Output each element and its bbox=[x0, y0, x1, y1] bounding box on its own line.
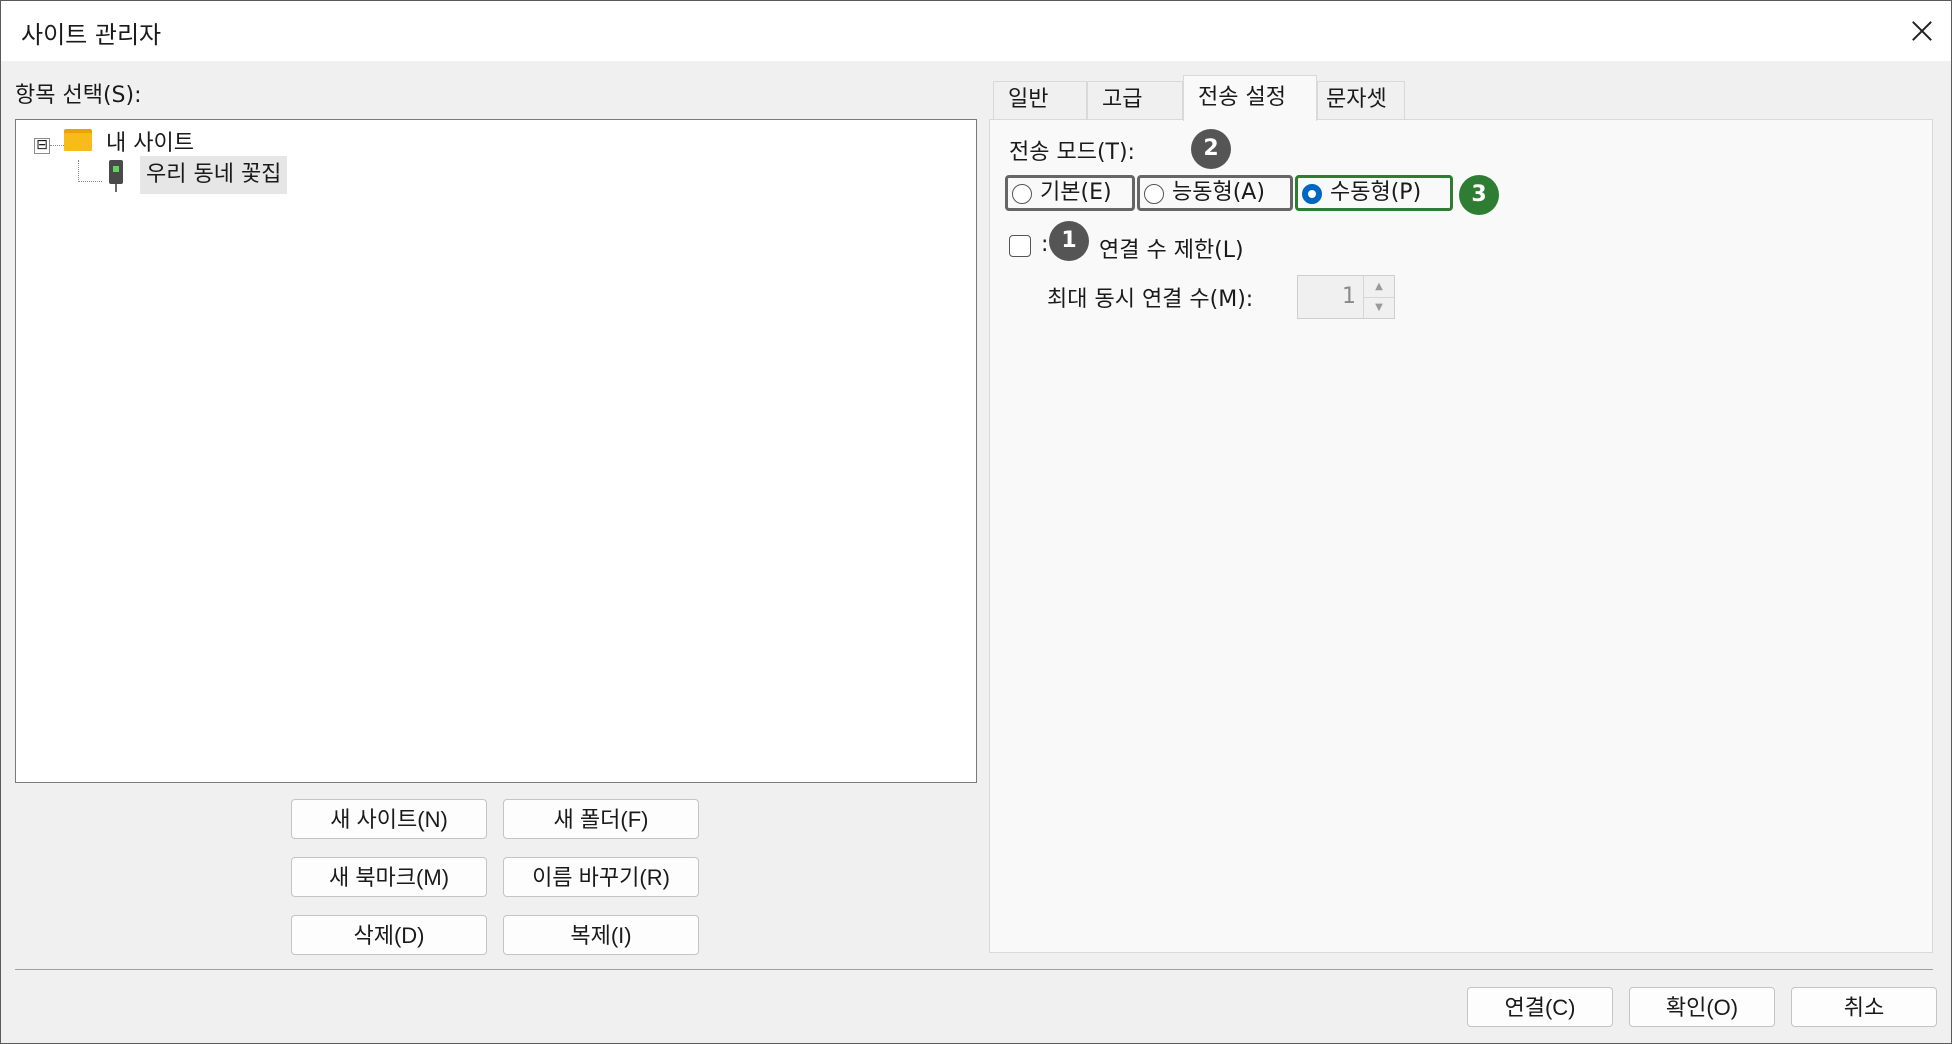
transfer-mode-label: 전송 모드(T): bbox=[1009, 140, 1135, 165]
spin-down-icon[interactable]: ▼ bbox=[1364, 297, 1394, 318]
annotation-badge-2: 2 bbox=[1191, 129, 1231, 169]
radio-passive[interactable]: 수동형(P) bbox=[1295, 175, 1453, 211]
footer-divider bbox=[15, 969, 1933, 970]
radio-active-label: 능동형(A) bbox=[1172, 180, 1265, 205]
radio-default-label: 기본(E) bbox=[1040, 180, 1112, 205]
close-icon[interactable] bbox=[1891, 1, 1951, 61]
site-manager-window: 사이트 관리자 항목 선택(S): ⊟ 내 사이트 우리 동네 꽃집 새 사이트… bbox=[0, 0, 1952, 1044]
limit-connections-label: 연결 수 제한(L) bbox=[1099, 238, 1244, 263]
radio-passive-circle[interactable] bbox=[1302, 184, 1322, 204]
collapse-icon[interactable]: ⊟ bbox=[34, 138, 50, 154]
server-icon bbox=[108, 160, 124, 192]
tab-transfer-settings[interactable]: 전송 설정 bbox=[1183, 75, 1317, 121]
folder-icon bbox=[64, 129, 92, 151]
new-bookmark-button[interactable]: 새 북마크(M) bbox=[291, 857, 487, 897]
limit-label-fragment: : bbox=[1041, 232, 1049, 257]
radio-active-circle[interactable] bbox=[1144, 184, 1164, 204]
new-folder-button[interactable]: 새 폴더(F) bbox=[503, 799, 699, 839]
site-tree[interactable]: ⊟ 내 사이트 우리 동네 꽃집 bbox=[15, 119, 977, 783]
radio-default[interactable]: 기본(E) bbox=[1005, 175, 1135, 211]
max-connections-spinner[interactable]: 1 ▲ ▼ bbox=[1297, 275, 1395, 319]
cancel-button[interactable]: 취소 bbox=[1791, 987, 1937, 1027]
tree-connector bbox=[78, 181, 102, 182]
max-connections-label: 최대 동시 연결 수(M): bbox=[1047, 287, 1254, 312]
spinner-buttons: ▲ ▼ bbox=[1363, 276, 1394, 318]
rename-button[interactable]: 이름 바꾸기(R) bbox=[503, 857, 699, 897]
tab-charset[interactable]: 문자셋 bbox=[1317, 81, 1405, 119]
tree-connector bbox=[78, 160, 79, 182]
tree-connector bbox=[50, 145, 64, 146]
ok-button[interactable]: 확인(O) bbox=[1629, 987, 1775, 1027]
radio-passive-label: 수동형(P) bbox=[1330, 180, 1422, 205]
duplicate-button[interactable]: 복제(I) bbox=[503, 915, 699, 955]
tree-item-site[interactable]: 우리 동네 꽃집 bbox=[140, 156, 288, 194]
max-connections-value[interactable]: 1 bbox=[1298, 276, 1356, 318]
radio-active[interactable]: 능동형(A) bbox=[1137, 175, 1293, 211]
spin-up-icon[interactable]: ▲ bbox=[1364, 276, 1394, 298]
radio-default-circle[interactable] bbox=[1012, 184, 1032, 204]
tree-item-my-sites[interactable]: 내 사이트 bbox=[106, 125, 194, 157]
annotation-badge-3: 3 bbox=[1459, 175, 1499, 215]
tab-advanced[interactable]: 고급 bbox=[1087, 81, 1183, 119]
tab-general[interactable]: 일반 bbox=[993, 81, 1087, 119]
title-bar: 사이트 관리자 bbox=[1, 1, 1951, 61]
new-site-button[interactable]: 새 사이트(N) bbox=[291, 799, 487, 839]
window-title: 사이트 관리자 bbox=[21, 21, 162, 49]
annotation-badge-1: 1 bbox=[1049, 221, 1089, 261]
connect-button[interactable]: 연결(C) bbox=[1467, 987, 1613, 1027]
delete-button[interactable]: 삭제(D) bbox=[291, 915, 487, 955]
limit-connections-checkbox[interactable] bbox=[1009, 235, 1031, 257]
entry-select-label: 항목 선택(S): bbox=[15, 83, 142, 108]
